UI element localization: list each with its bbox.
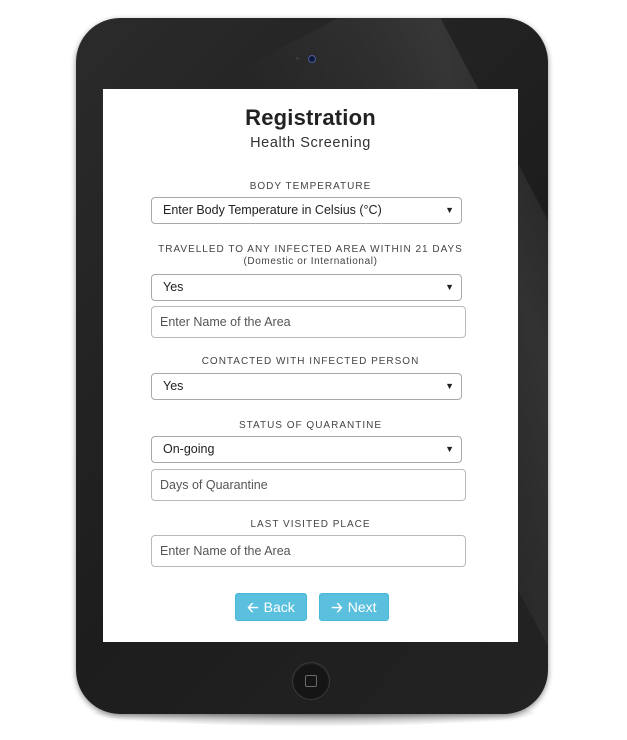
- dropdown-caret-icon: ▼: [445, 444, 454, 454]
- travelled-value: Yes: [163, 280, 184, 294]
- home-button[interactable]: [292, 662, 330, 700]
- arrow-right-icon: 🡢: [331, 599, 343, 615]
- back-button[interactable]: 🡠 Back: [235, 593, 307, 621]
- next-button[interactable]: 🡢 Next: [319, 593, 389, 621]
- body-temperature-label-text: BODY TEMPERATURE: [249, 181, 372, 192]
- last-visited-placeholder: Enter Name of the Area: [160, 544, 291, 558]
- tablet-frame: Registration Health Screening BODY TEMPE…: [76, 18, 548, 714]
- page-subtitle: Health Screening: [250, 135, 371, 151]
- dropdown-caret-icon: ▼: [445, 282, 454, 292]
- body-temperature-select[interactable]: Enter Body Temperature in Celsius (°C) ▼: [151, 197, 462, 224]
- contacted-value: Yes: [163, 379, 184, 393]
- quarantine-value: On-going: [163, 442, 215, 456]
- next-button-label: Next: [347, 599, 377, 615]
- last-visited-input[interactable]: Enter Name of the Area: [151, 535, 466, 567]
- travelled-select[interactable]: Yes ▼: [151, 274, 462, 301]
- dropdown-caret-icon: ▼: [445, 381, 454, 391]
- quarantine-days-placeholder: Days of Quarantine: [160, 478, 268, 492]
- screen: Registration Health Screening BODY TEMPE…: [103, 89, 518, 642]
- travelled-area-placeholder: Enter Name of the Area: [160, 315, 291, 329]
- arrow-left-icon: 🡠: [247, 599, 259, 615]
- contacted-select[interactable]: Yes ▼: [151, 373, 462, 400]
- body-temperature-value: Enter Body Temperature in Celsius (°C): [163, 203, 382, 217]
- last-visited-label-text: LAST VISITED PLACE: [250, 519, 371, 530]
- back-button-label: Back: [263, 599, 295, 615]
- quarantine-select[interactable]: On-going ▼: [151, 436, 462, 463]
- contacted-label: CONTACTED WITH INFECTED PERSON: [103, 356, 518, 367]
- sensor-dot: [296, 57, 299, 60]
- quarantine-days-input[interactable]: Days of Quarantine: [151, 469, 466, 501]
- quarantine-label: STATUS OF QUARANTINE: [103, 420, 518, 431]
- travelled-label: TRAVELLED TO ANY INFECTED AREA WITHIN 21…: [103, 244, 518, 267]
- travelled-sublabel: (Domestic or International): [243, 256, 378, 267]
- page-title: Registration: [245, 105, 376, 130]
- last-visited-label: LAST VISITED PLACE: [103, 519, 518, 530]
- body-temperature-label: BODY TEMPERATURE: [103, 181, 518, 192]
- camera-icon: [308, 55, 316, 63]
- home-square-icon: [305, 675, 317, 687]
- travelled-label-text: TRAVELLED TO ANY INFECTED AREA WITHIN 21…: [158, 244, 463, 255]
- quarantine-label-text: STATUS OF QUARANTINE: [239, 420, 382, 431]
- dropdown-caret-icon: ▼: [445, 205, 454, 215]
- contacted-label-text: CONTACTED WITH INFECTED PERSON: [201, 356, 420, 367]
- stage: Registration Health Screening BODY TEMPE…: [0, 0, 627, 740]
- travelled-area-input[interactable]: Enter Name of the Area: [151, 306, 466, 338]
